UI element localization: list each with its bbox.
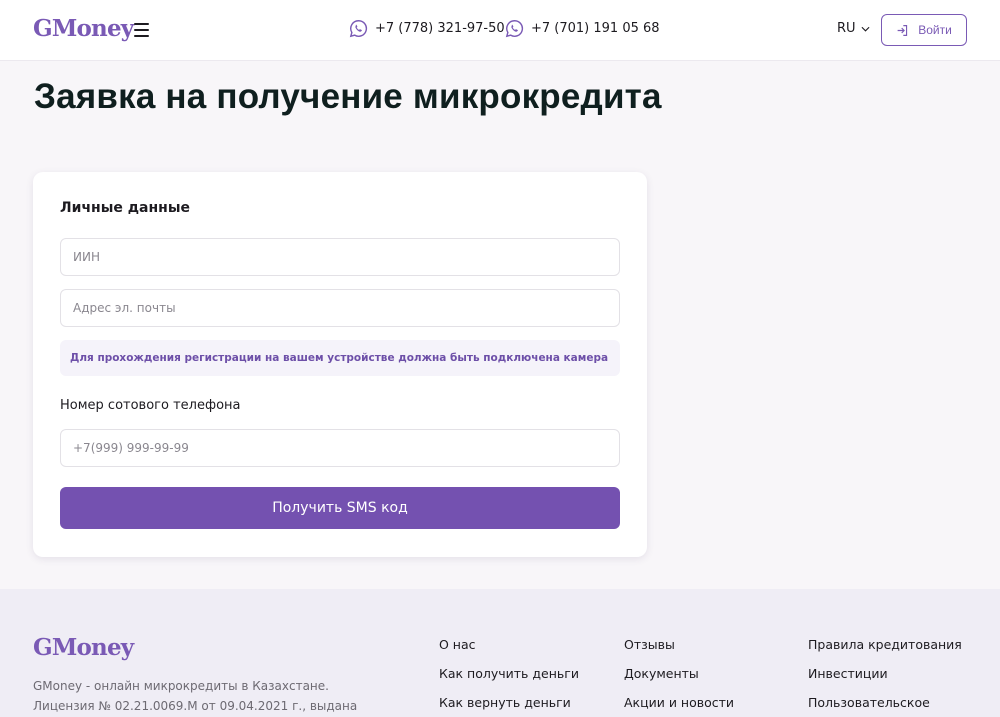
section-title: Личные данные [60,200,191,216]
page-title: Заявка на получение микрокредита [34,77,662,116]
footer-link-investments[interactable]: Инвестиции [808,665,962,694]
site-footer: GMoney GMoney - онлайн микрокредиты в Ка… [0,589,1000,717]
language-selector[interactable]: RU [837,21,870,36]
phone-link-1[interactable]: +7 (778) 321-97-50 [349,19,505,38]
phone-number-1: +7 (778) 321-97-50 [375,21,505,36]
footer-link-reviews[interactable]: Отзывы [624,636,734,665]
footer-link-about[interactable]: О нас [439,636,579,665]
phone-label: Номер сотового телефона [60,398,241,413]
footer-links-column-3: Правила кредитования Инвестиции Пользова… [808,636,962,717]
get-sms-code-button[interactable]: Получить SMS код [60,487,620,529]
footer-link-lending-rules[interactable]: Правила кредитования [808,636,962,665]
footer-link-how-to-return[interactable]: Как вернуть деньги [439,694,579,717]
chevron-down-icon [861,26,870,32]
iin-input[interactable] [60,238,620,276]
camera-notice: Для прохождения регистрации на вашем уст… [60,340,620,376]
footer-logo[interactable]: GMoney [33,634,134,661]
footer-description: GMoney - онлайн микрокредиты в Казахстан… [33,679,358,713]
phone-input[interactable] [60,429,620,467]
login-label: Войти [918,23,952,37]
logo[interactable]: GMoney [33,15,134,42]
footer-link-how-to-get[interactable]: Как получить деньги [439,665,579,694]
site-header: GMoney +7 (778) 321-97-50 +7 (701) 191 0… [0,0,1000,61]
menu-icon[interactable] [134,23,149,37]
whatsapp-icon [505,20,524,38]
footer-link-user-agreement[interactable]: Пользовательское [808,694,962,717]
footer-links-column-2: Отзывы Документы Акции и новости [624,636,734,717]
footer-links-column-1: О нас Как получить деньги Как вернуть де… [439,636,579,717]
email-input[interactable] [60,289,620,327]
footer-link-promotions[interactable]: Акции и новости [624,694,734,717]
whatsapp-icon [349,20,368,38]
phone-link-2[interactable]: +7 (701) 191 05 68 [505,19,660,38]
login-button[interactable]: Войти [881,14,967,46]
phone-number-2: +7 (701) 191 05 68 [531,21,660,36]
language-label: RU [837,21,856,36]
application-form: Личные данные Для прохождения регистраци… [33,172,647,557]
login-icon [897,24,908,36]
footer-link-documents[interactable]: Документы [624,665,734,694]
